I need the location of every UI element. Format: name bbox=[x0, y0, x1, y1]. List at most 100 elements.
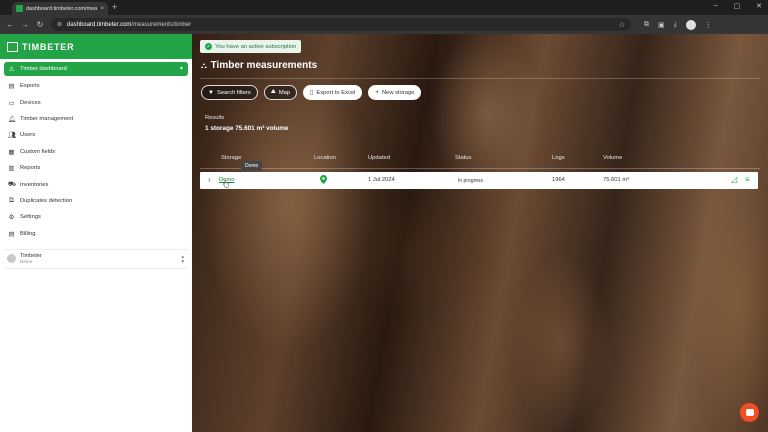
header-logs[interactable]: Logs bbox=[552, 155, 565, 161]
search-filters-button[interactable]: ▼ Search filters bbox=[201, 85, 258, 100]
chart-icon[interactable]: ◿ bbox=[731, 175, 737, 184]
browser-tab[interactable]: dashboard.timbeter.com/mea... × bbox=[12, 2, 108, 15]
bell-icon: 🔔︎ bbox=[8, 115, 17, 123]
bookmark-star-icon[interactable]: ☆ bbox=[619, 21, 625, 29]
new-storage-button[interactable]: + New storage bbox=[368, 85, 422, 100]
browser-tab-bar: dashboard.timbeter.com/mea... × + – ▢ ✕ bbox=[0, 0, 768, 15]
results-summary: 1 storage 75.601 m³ volume bbox=[205, 125, 289, 132]
map-icon: ⛰ bbox=[270, 89, 276, 95]
sidebar-item-label: Exports bbox=[20, 83, 40, 90]
brand-header: TIMBETER bbox=[0, 34, 192, 59]
sidebar-item-label: Settings bbox=[20, 214, 41, 221]
address-bar[interactable]: ⊜ dashboard.timbeter.com/measurements/ti… bbox=[51, 18, 631, 31]
sidebar: TIMBETER ⚠ Timber dashboard ▼ ▤ Exports … bbox=[0, 34, 192, 432]
download-icon[interactable]: ⤓ bbox=[674, 21, 677, 29]
sidebar-item-timber-dashboard[interactable]: ⚠ Timber dashboard ▼ bbox=[4, 62, 188, 76]
close-window-button[interactable]: ✕ bbox=[756, 2, 762, 10]
caret-down-icon: ▼ bbox=[179, 66, 184, 72]
header-updated[interactable]: Updated bbox=[368, 155, 390, 161]
sidebar-item-exports[interactable]: ▤ Exports bbox=[4, 78, 188, 94]
search-filters-label: Search filters bbox=[216, 89, 251, 96]
gear-icon: ⚙ bbox=[8, 214, 15, 222]
window-controls: – ▢ ✕ bbox=[714, 2, 762, 10]
forward-icon[interactable]: → bbox=[21, 20, 29, 29]
chat-icon bbox=[745, 409, 754, 416]
grid-icon: ▦ bbox=[8, 148, 15, 156]
sidebar-item-custom-fields[interactable]: ▦ Custom fields bbox=[4, 144, 188, 160]
filter-icon: ▼ bbox=[208, 89, 214, 96]
logs-stack-icon: ⛬ bbox=[201, 60, 207, 70]
brand-name: TIMBETER bbox=[22, 41, 75, 52]
reload-icon[interactable]: ↻ bbox=[36, 20, 44, 29]
page-title-text: Timber measurements bbox=[210, 60, 318, 71]
sidebar-item-label: Billing bbox=[20, 230, 36, 237]
sidebar-item-settings[interactable]: ⚙ Settings bbox=[4, 209, 188, 225]
warning-icon: ⚠ bbox=[8, 66, 15, 73]
page-title: ⛬ Timber measurements bbox=[201, 60, 317, 71]
sidebar-item-users[interactable]: 👥︎ Users bbox=[4, 127, 188, 143]
sidebar-item-label: Inventories bbox=[20, 181, 49, 188]
browser-menu-icon[interactable]: ⋮ bbox=[705, 21, 712, 29]
sidebar-item-devices[interactable]: ▭ Devices bbox=[4, 94, 188, 110]
sidebar-item-label: Devices bbox=[20, 99, 41, 106]
export-excel-label: Export to Excel bbox=[316, 89, 356, 96]
subscription-badge: ✓ You have an active subscription bbox=[200, 40, 302, 53]
tab-search-icon[interactable]: ▣ bbox=[658, 21, 665, 29]
tooltip: Demo bbox=[241, 161, 263, 171]
expand-chevron-icon[interactable]: › bbox=[208, 175, 211, 184]
logs-cell: 1964 bbox=[552, 177, 565, 183]
check-circle-icon: ✓ bbox=[205, 43, 212, 50]
new-storage-label: New storage bbox=[381, 89, 415, 96]
back-icon[interactable]: ← bbox=[6, 20, 14, 29]
profile-avatar[interactable] bbox=[685, 19, 696, 30]
browser-toolbar: ← → ↻ ⊜ dashboard.timbeter.com/measureme… bbox=[0, 15, 768, 34]
users-icon: 👥︎ bbox=[8, 132, 17, 140]
plus-icon: + bbox=[375, 89, 379, 96]
table-row[interactable]: › Demo 1 Jul 2024 In progress 1964 75.60… bbox=[200, 172, 758, 189]
header-storage[interactable]: Storage bbox=[221, 155, 241, 161]
account-switcher[interactable]: Timbeter Demo ▲ ▼ bbox=[4, 248, 188, 269]
account-text: Timbeter Demo bbox=[20, 253, 42, 264]
sidebar-item-timber-management[interactable]: 🔔︎ Timber management bbox=[4, 111, 188, 127]
sidebar-item-label: Reports bbox=[20, 165, 41, 172]
billing-icon: ▤ bbox=[8, 230, 15, 238]
tab-close-icon[interactable]: × bbox=[100, 6, 104, 12]
sidebar-item-label: Timber management bbox=[20, 115, 74, 122]
copy-icon: ⧉ bbox=[9, 196, 14, 204]
status-cell: In progress bbox=[458, 178, 484, 184]
header-location: Location bbox=[314, 155, 336, 161]
avatar bbox=[7, 254, 16, 264]
minimize-button[interactable]: – bbox=[714, 2, 718, 10]
sidebar-item-label: Custom fields bbox=[20, 148, 56, 155]
file-icon: ▯ bbox=[310, 90, 314, 96]
menu-lines-icon[interactable]: ≡ bbox=[745, 175, 750, 184]
browser-extensions: ⧉ ▣ ⤓ ⋮ bbox=[644, 19, 712, 30]
maximize-button[interactable]: ▢ bbox=[734, 2, 741, 10]
account-sub: Demo bbox=[20, 259, 33, 265]
map-label: Map bbox=[278, 89, 291, 96]
report-icon: ▥ bbox=[8, 165, 15, 173]
location-pin-icon[interactable] bbox=[320, 175, 327, 184]
chevron-updown-icon: ▲ ▼ bbox=[180, 253, 185, 264]
header-volume[interactable]: Volume bbox=[603, 155, 622, 161]
chat-launcher-button[interactable] bbox=[740, 403, 759, 422]
new-tab-button[interactable]: + bbox=[112, 2, 117, 13]
map-button[interactable]: ⛰ Map bbox=[263, 85, 298, 100]
export-excel-button[interactable]: ▯ Export to Excel bbox=[303, 85, 363, 100]
sidebar-item-billing[interactable]: ▤ Billing bbox=[4, 226, 188, 242]
updated-cell: 1 Jul 2024 bbox=[368, 177, 395, 183]
sidebar-item-reports[interactable]: ▥ Reports bbox=[4, 160, 188, 176]
hand-cursor-icon bbox=[223, 180, 229, 188]
header-status[interactable]: Status bbox=[455, 155, 471, 161]
extension-puzzle-icon[interactable]: ⧉ bbox=[644, 21, 649, 29]
main-content: ✓ You have an active subscription ⛬ Timb… bbox=[192, 34, 768, 432]
subscription-text: You have an active subscription bbox=[215, 43, 297, 50]
sidebar-menu: ⚠ Timber dashboard ▼ ▤ Exports ▭ Devices… bbox=[0, 59, 192, 245]
favicon-icon bbox=[16, 5, 23, 12]
table-header: Storage Location Updated Status Logs Vol… bbox=[200, 155, 760, 165]
sidebar-item-inventories[interactable]: ⛟ Inventories bbox=[4, 176, 188, 192]
site-info-icon[interactable]: ⊜ bbox=[57, 21, 62, 28]
sidebar-item-label: Duplicates detection bbox=[20, 197, 73, 204]
sidebar-item-label: Timber dashboard bbox=[20, 66, 67, 72]
sidebar-item-duplicates-detection[interactable]: ⧉ Duplicates detection bbox=[4, 193, 188, 209]
